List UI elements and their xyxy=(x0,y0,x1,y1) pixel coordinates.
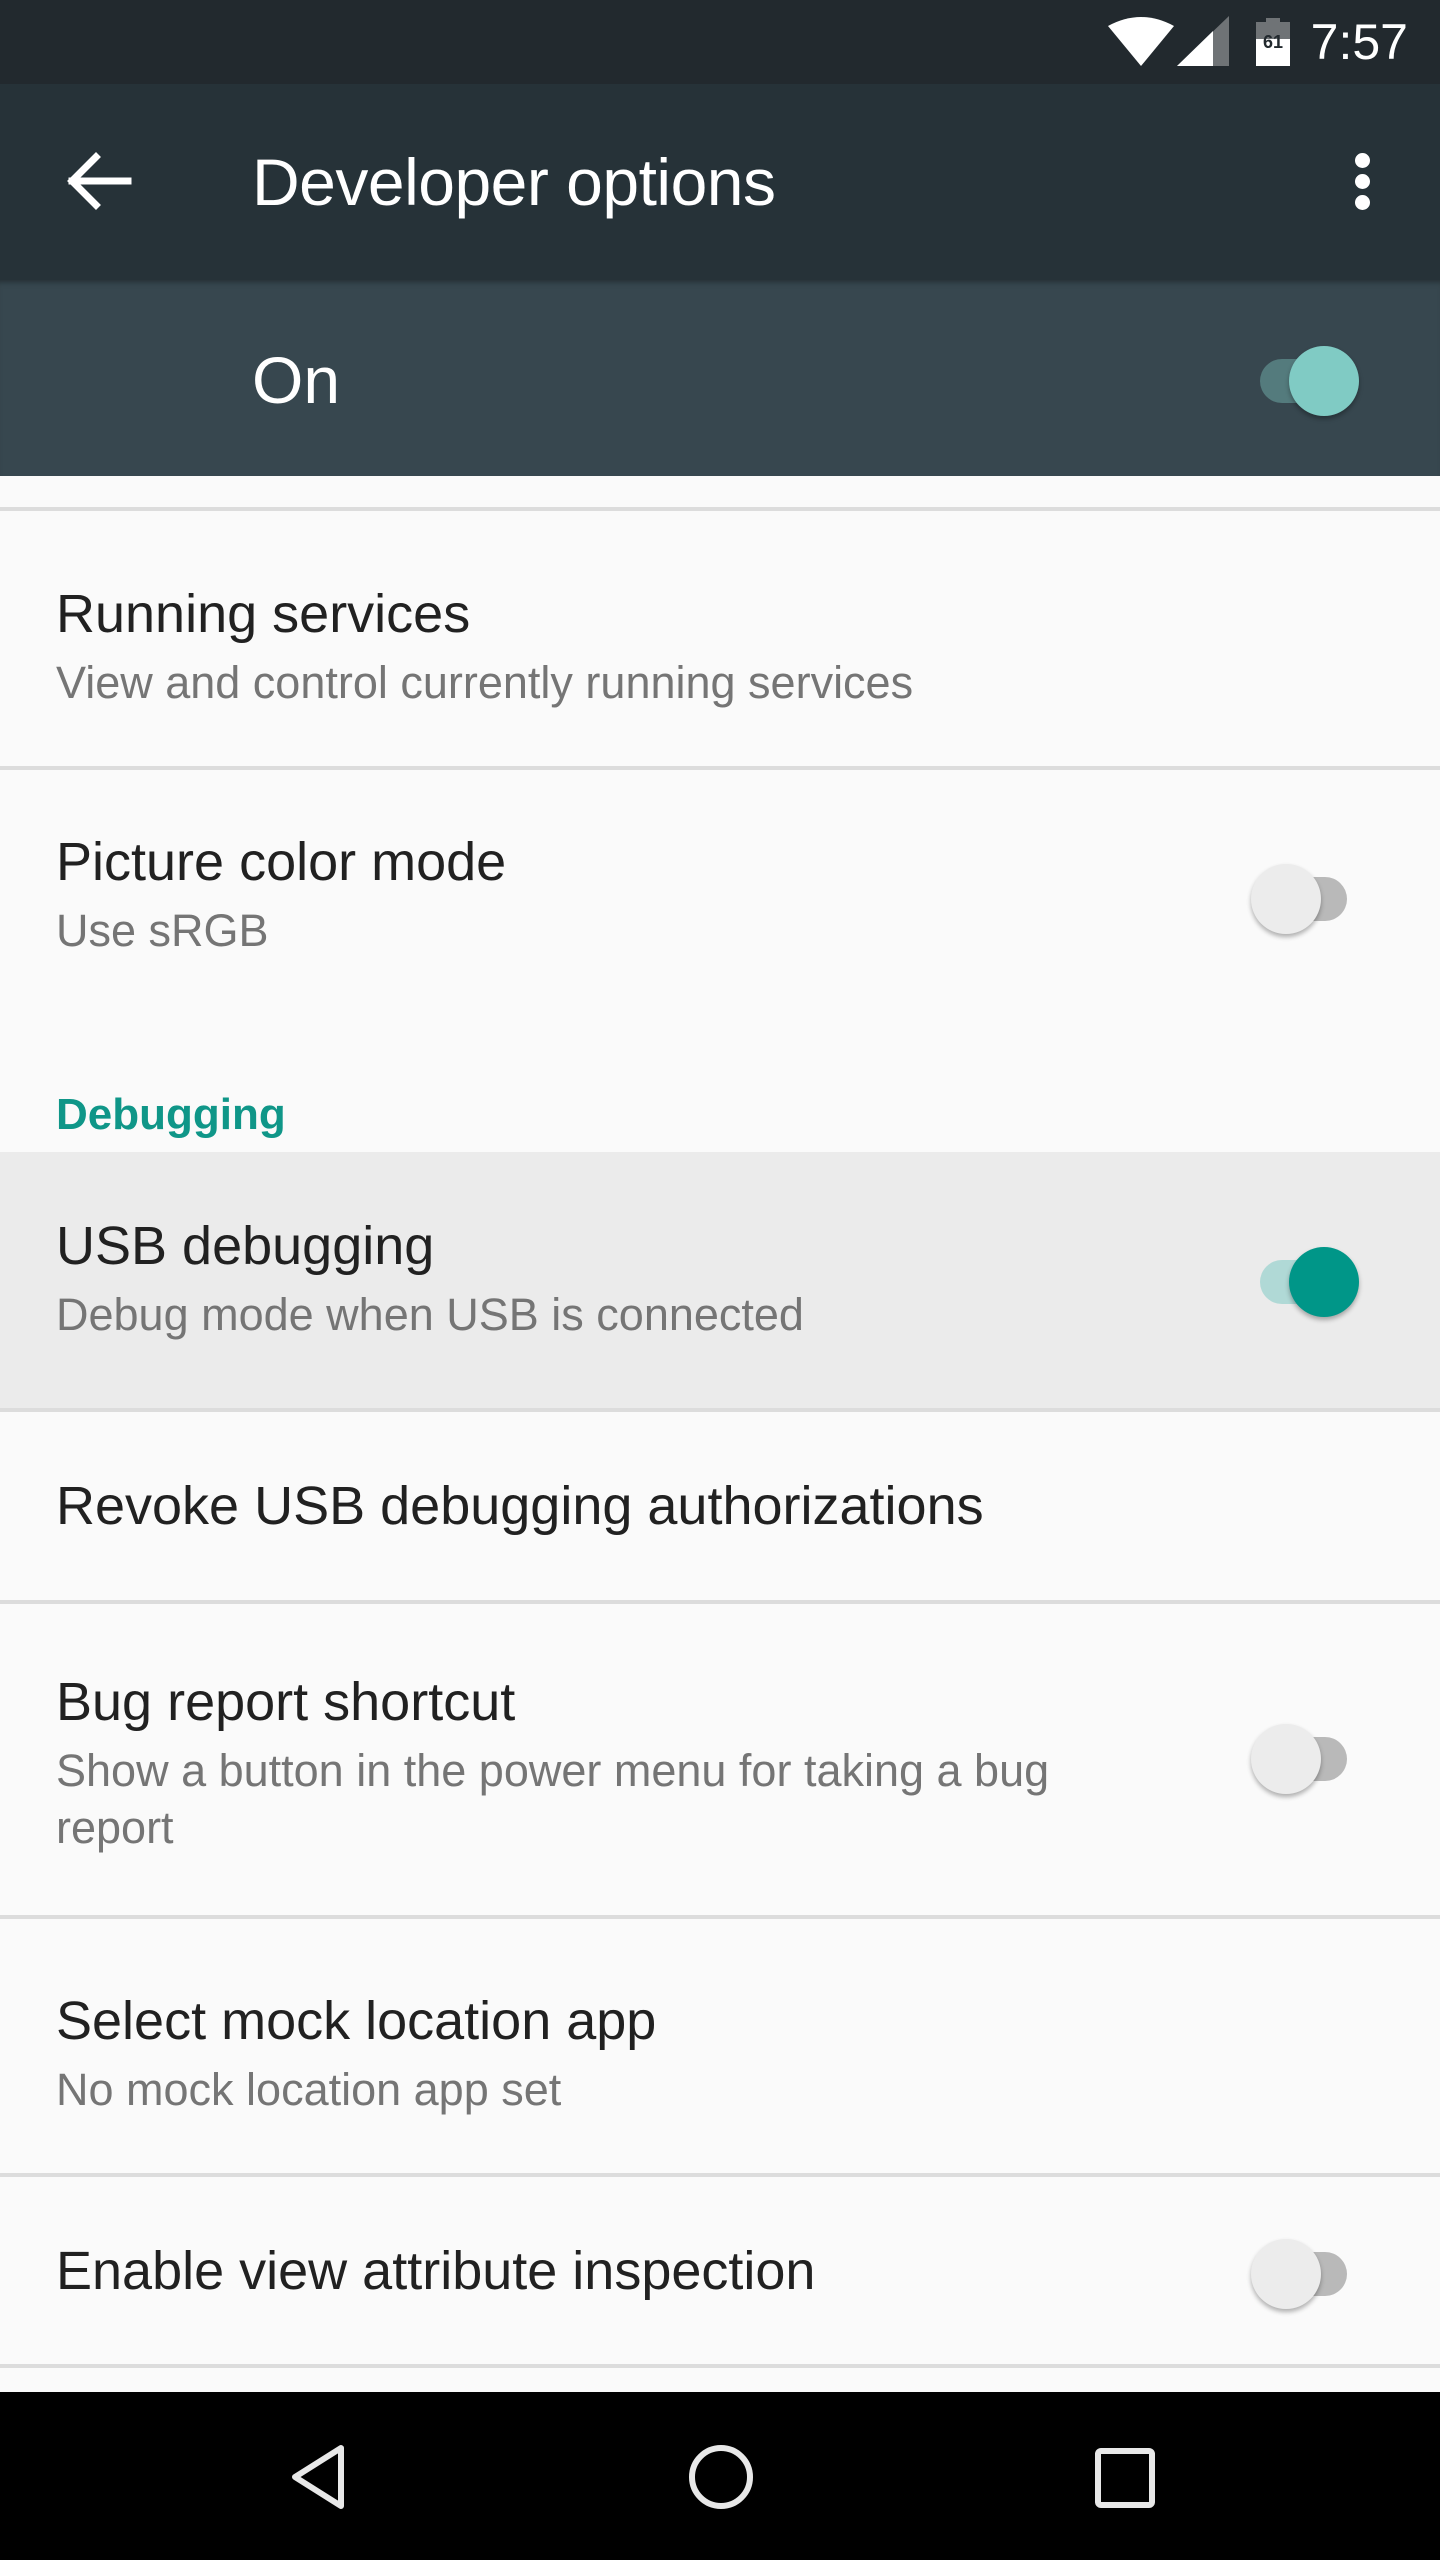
bug-report-shortcut-switch[interactable] xyxy=(1249,1716,1359,1796)
wifi-icon xyxy=(1108,17,1174,66)
list-item-select-mock-location-app[interactable]: Select mock location app No mock locatio… xyxy=(0,1919,1440,2173)
overflow-menu-button[interactable] xyxy=(1332,142,1394,226)
page-title: Developer options xyxy=(252,145,776,219)
item-title: USB debugging xyxy=(56,1216,435,1276)
cell-signal-icon xyxy=(1177,16,1229,66)
back-triangle-icon xyxy=(292,2445,344,2509)
item-title: Enable view attribute inspection xyxy=(56,2241,816,2301)
list-item-bug-report-shortcut[interactable]: Bug report shortcut Show a button in the… xyxy=(0,1604,1440,1915)
item-summary: Use sRGB xyxy=(56,905,269,956)
list-item-picture-color-mode[interactable]: Picture color mode Use sRGB xyxy=(0,770,1440,1040)
view-attribute-inspection-switch[interactable] xyxy=(1249,2231,1359,2311)
item-title: Picture color mode xyxy=(56,832,507,892)
item-summary: No mock location app set xyxy=(56,2064,562,2115)
master-switch[interactable] xyxy=(1246,338,1359,418)
item-summary: View and control currently running servi… xyxy=(56,657,914,708)
recents-square-icon xyxy=(1095,2448,1155,2508)
battery-icon: 61 xyxy=(1256,18,1290,66)
usb-debugging-switch[interactable] xyxy=(1246,1239,1359,1319)
list-item-usb-debugging[interactable]: USB debugging Debug mode when USB is con… xyxy=(0,1152,1440,1408)
status-bar: 61 7:57 xyxy=(0,0,1440,84)
nav-home-button[interactable] xyxy=(666,2432,776,2522)
back-button[interactable] xyxy=(50,134,146,230)
switch-thumb xyxy=(1251,2239,1321,2309)
picture-color-mode-switch[interactable] xyxy=(1249,856,1359,936)
switch-thumb xyxy=(1289,1247,1359,1317)
arrow-back-icon xyxy=(67,152,132,210)
list-item-running-services[interactable]: Running services View and control curren… xyxy=(0,511,1440,766)
item-title: Running services xyxy=(56,584,471,644)
master-switch-label: On xyxy=(252,343,341,417)
divider xyxy=(0,2364,1440,2368)
section-header-debugging: Debugging xyxy=(56,1090,286,1139)
navigation-bar xyxy=(0,2392,1440,2560)
item-summary: Show a button in the power menu for taki… xyxy=(56,1745,1050,1853)
nav-recents-button[interactable] xyxy=(1070,2432,1180,2522)
battery-level: 61 xyxy=(1262,32,1284,52)
item-summary: Debug mode when USB is connected xyxy=(56,1289,804,1340)
list-item-enable-view-attribute-inspection[interactable]: Enable view attribute inspection xyxy=(0,2177,1440,2364)
item-title: Revoke USB debugging authorizations xyxy=(56,1476,984,1536)
item-title: Select mock location app xyxy=(56,1991,657,2051)
status-time: 7:57 xyxy=(1310,14,1408,70)
home-circle-icon xyxy=(689,2445,753,2509)
nav-back-button[interactable] xyxy=(260,2432,370,2522)
list-item-revoke-usb-debugging[interactable]: Revoke USB debugging authorizations xyxy=(0,1412,1440,1600)
switch-thumb xyxy=(1251,864,1321,934)
switch-thumb xyxy=(1251,1724,1321,1794)
item-title: Bug report shortcut xyxy=(56,1672,516,1732)
master-switch-bar[interactable]: On xyxy=(0,280,1440,476)
switch-thumb xyxy=(1289,346,1359,416)
toolbar: Developer options xyxy=(0,84,1440,280)
